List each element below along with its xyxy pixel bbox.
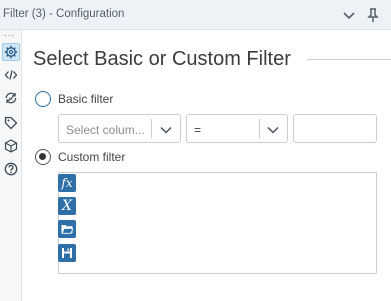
select-divider xyxy=(259,119,260,138)
operator-select[interactable]: = xyxy=(186,114,288,143)
pin-icon[interactable] xyxy=(365,7,381,23)
tag-icon[interactable] xyxy=(2,114,20,132)
variable-glyph: X xyxy=(62,198,72,214)
save-icon[interactable] xyxy=(58,244,76,262)
open-folder-icon[interactable] xyxy=(58,220,76,238)
gear-icon[interactable] xyxy=(2,43,20,61)
window-title: Filter (3) - Configuration xyxy=(3,8,125,20)
chevron-down-icon[interactable] xyxy=(266,123,280,135)
basic-filter-radio[interactable] xyxy=(35,91,51,107)
variable-icon[interactable]: X xyxy=(58,197,76,215)
sidebar-grip[interactable]: ··· xyxy=(4,31,15,40)
custom-filter-radio[interactable] xyxy=(35,149,51,165)
column-select-value: Select colum... xyxy=(66,123,145,137)
page-title: Select Basic or Custom Filter xyxy=(33,48,291,70)
function-glyph: fx xyxy=(61,176,73,190)
heading-divider xyxy=(307,59,391,60)
refresh-icon[interactable] xyxy=(2,89,20,107)
help-icon[interactable] xyxy=(2,160,20,178)
basic-filter-label: Basic filter xyxy=(58,92,114,106)
value-input[interactable] xyxy=(293,114,377,143)
operator-select-value: = xyxy=(194,123,202,137)
window-titlebar: Filter (3) - Configuration xyxy=(0,0,391,30)
column-select[interactable]: Select colum... xyxy=(58,114,181,143)
select-divider xyxy=(151,119,152,138)
code-icon[interactable] xyxy=(2,66,20,84)
custom-filter-label: Custom filter xyxy=(58,150,126,164)
expression-editor[interactable] xyxy=(58,172,377,274)
basic-filter-option[interactable]: Basic filter xyxy=(35,91,113,107)
config-sidebar: ··· xyxy=(0,30,22,301)
function-icon[interactable]: fx xyxy=(58,174,76,192)
chevron-down-icon[interactable] xyxy=(159,123,173,135)
custom-filter-option[interactable]: Custom filter xyxy=(35,149,125,165)
chevron-down-icon[interactable] xyxy=(341,7,357,23)
cube-icon[interactable] xyxy=(2,137,20,155)
config-panel: Select Basic or Custom Filter Basic filt… xyxy=(22,30,391,301)
